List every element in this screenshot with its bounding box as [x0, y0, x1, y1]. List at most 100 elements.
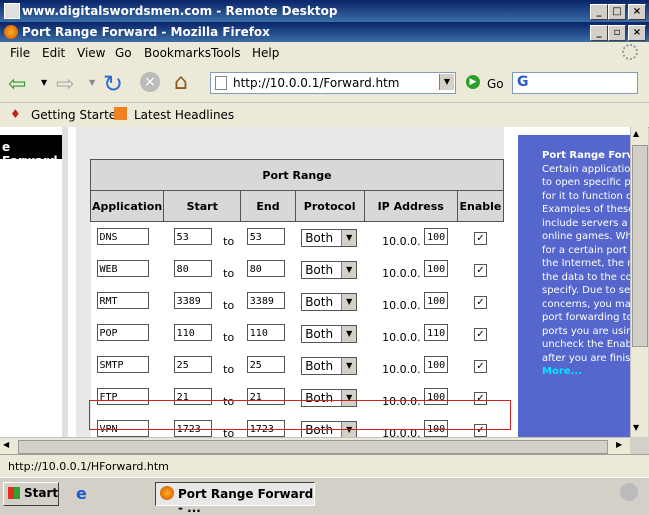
ip-octet-field[interactable]: 100 — [424, 260, 449, 277]
start-port-field[interactable]: 1723 — [173, 420, 212, 437]
menu-go[interactable]: Go — [115, 46, 132, 60]
reload-icon[interactable]: ↻ — [103, 70, 123, 98]
bookmarks-toolbar: ♦ Getting Started Latest Headlines — [0, 103, 649, 128]
ip-octet-field[interactable]: 100 — [424, 228, 449, 245]
protocol-select[interactable]: Both ▼ — [301, 293, 358, 311]
start-port-field[interactable]: 80 — [173, 260, 212, 277]
enable-checkbox[interactable]: ✓ — [473, 360, 487, 373]
menu-bookmarks[interactable]: Bookmarks — [144, 46, 211, 60]
protocol-value: Both — [305, 423, 334, 437]
back-icon[interactable]: ⇦ — [8, 72, 26, 97]
chevron-down-icon: ▼ — [341, 358, 357, 374]
application-field[interactable]: VPN — [96, 420, 149, 437]
ip-octet-field[interactable]: 100 — [424, 292, 449, 309]
enable-checkbox[interactable]: ✓ — [473, 424, 487, 437]
ie-quicklaunch-icon[interactable]: e — [76, 484, 87, 503]
url-text[interactable]: http://10.0.0.1/Forward.htm — [233, 76, 400, 90]
ip-octet-field[interactable]: 100 — [424, 356, 449, 373]
url-dropdown-icon[interactable]: ▼ — [439, 74, 454, 90]
enable-checkbox[interactable]: ✓ — [473, 264, 487, 277]
hscroll-thumb[interactable] — [18, 440, 608, 454]
application-field[interactable]: RMT — [96, 292, 149, 309]
back-dropdown-icon[interactable]: ▼ — [41, 78, 47, 87]
scroll-left-icon[interactable]: ◀ — [3, 440, 9, 449]
page-icon — [215, 76, 227, 90]
horizontal-scrollbar[interactable]: ◀ ▶ — [0, 437, 630, 455]
application-field[interactable]: SMTP — [96, 356, 149, 373]
protocol-select[interactable]: Both ▼ — [301, 325, 358, 343]
google-search-icon[interactable]: G — [517, 74, 529, 90]
protocol-select[interactable]: Both ▼ — [301, 229, 358, 247]
search-box[interactable]: G — [512, 72, 638, 94]
end-port-field[interactable]: 3389 — [246, 292, 285, 309]
start-button[interactable]: Start — [3, 482, 59, 506]
remote-desktop-icon — [4, 3, 20, 19]
end-port-field[interactable]: 53 — [246, 228, 285, 245]
application-field[interactable]: DNS — [96, 228, 149, 245]
menu-edit[interactable]: Edit — [42, 46, 65, 60]
table-row: RMT 3389 to 3389 Both ▼ 10.0.0. 100 ✓ — [90, 286, 504, 318]
ff-restore-icon[interactable]: ▫ — [608, 25, 626, 41]
chevron-down-icon: ▼ — [341, 294, 357, 310]
application-field[interactable]: POP — [96, 324, 149, 341]
table-row: WEB 80 to 80 Both ▼ 10.0.0. 100 ✓ — [90, 254, 504, 286]
start-port-field[interactable]: 25 — [173, 356, 212, 373]
scroll-thumb[interactable] — [632, 145, 648, 347]
close-icon[interactable]: × — [628, 4, 646, 20]
application-field[interactable]: WEB — [96, 260, 149, 277]
vertical-scrollbar[interactable]: ▲ ▼ — [630, 127, 648, 437]
ip-octet-field[interactable]: 100 — [424, 388, 449, 405]
protocol-select[interactable]: Both ▼ — [301, 421, 358, 437]
application-field[interactable]: FTP — [96, 388, 149, 405]
ip-octet-field[interactable]: 110 — [424, 324, 449, 341]
page-content: e Forward Port Range Application Start E… — [0, 127, 630, 437]
protocol-select[interactable]: Both ▼ — [301, 357, 358, 375]
end-port-field[interactable]: 110 — [246, 324, 285, 341]
table-row: SMTP 25 to 25 Both ▼ 10.0.0. 100 ✓ — [90, 350, 504, 382]
go-icon[interactable]: ▶ — [466, 75, 480, 89]
maximize-icon[interactable]: □ — [608, 4, 626, 20]
menu-file[interactable]: File — [10, 46, 30, 60]
start-port-field[interactable]: 53 — [173, 228, 212, 245]
menu-tools[interactable]: Tools — [211, 46, 241, 60]
scroll-down-icon[interactable]: ▼ — [633, 423, 639, 432]
end-port-field[interactable]: 25 — [246, 356, 285, 373]
help-more-link[interactable]: More... — [542, 365, 630, 379]
scroll-right-icon[interactable]: ▶ — [616, 440, 622, 449]
help-line: the Internet, the ro — [542, 258, 630, 269]
forward-icon[interactable]: ⇨ — [56, 72, 74, 97]
scroll-up-icon[interactable]: ▲ — [633, 129, 639, 138]
bookmark-latest-headlines[interactable]: Latest Headlines — [134, 108, 234, 122]
stop-icon[interactable]: × — [140, 72, 160, 92]
ip-octet-field[interactable]: 100 — [424, 420, 449, 437]
enable-checkbox[interactable]: ✓ — [473, 328, 487, 341]
left-nav: e Forward — [0, 127, 62, 437]
left-nav-active[interactable]: e Forward — [0, 135, 62, 168]
start-port-field[interactable]: 3389 — [173, 292, 212, 309]
ff-minimize-icon[interactable]: _ — [590, 25, 608, 41]
firefox-logo-icon — [4, 25, 18, 39]
home-icon[interactable]: ⌂ — [174, 70, 188, 95]
taskbar-firefox-item[interactable]: Port Range Forward - ... — [155, 482, 315, 515]
protocol-select[interactable]: Both ▼ — [301, 261, 358, 279]
ff-close-icon[interactable]: × — [628, 25, 646, 41]
minimize-icon[interactable]: _ — [590, 4, 608, 20]
start-port-field[interactable]: 110 — [173, 324, 212, 341]
url-bar[interactable]: http://10.0.0.1/Forward.htm ▼ — [210, 72, 456, 94]
go-button[interactable]: Go — [487, 77, 504, 91]
forward-dropdown-icon[interactable]: ▼ — [89, 78, 95, 87]
protocol-select[interactable]: Both ▼ — [301, 389, 358, 407]
chevron-down-icon: ▼ — [341, 390, 357, 406]
end-port-field[interactable]: 1723 — [246, 420, 285, 437]
table-caption: Port Range — [90, 159, 504, 191]
bookmark-getting-started[interactable]: Getting Started — [31, 108, 124, 122]
enable-checkbox[interactable]: ✓ — [473, 296, 487, 309]
enable-checkbox[interactable]: ✓ — [473, 392, 487, 405]
start-port-field[interactable]: 21 — [173, 388, 212, 405]
menu-help[interactable]: Help — [252, 46, 279, 60]
tray-icon[interactable] — [620, 483, 638, 501]
enable-checkbox[interactable]: ✓ — [473, 232, 487, 245]
end-port-field[interactable]: 80 — [246, 260, 285, 277]
menu-view[interactable]: View — [77, 46, 105, 60]
end-port-field[interactable]: 21 — [246, 388, 285, 405]
